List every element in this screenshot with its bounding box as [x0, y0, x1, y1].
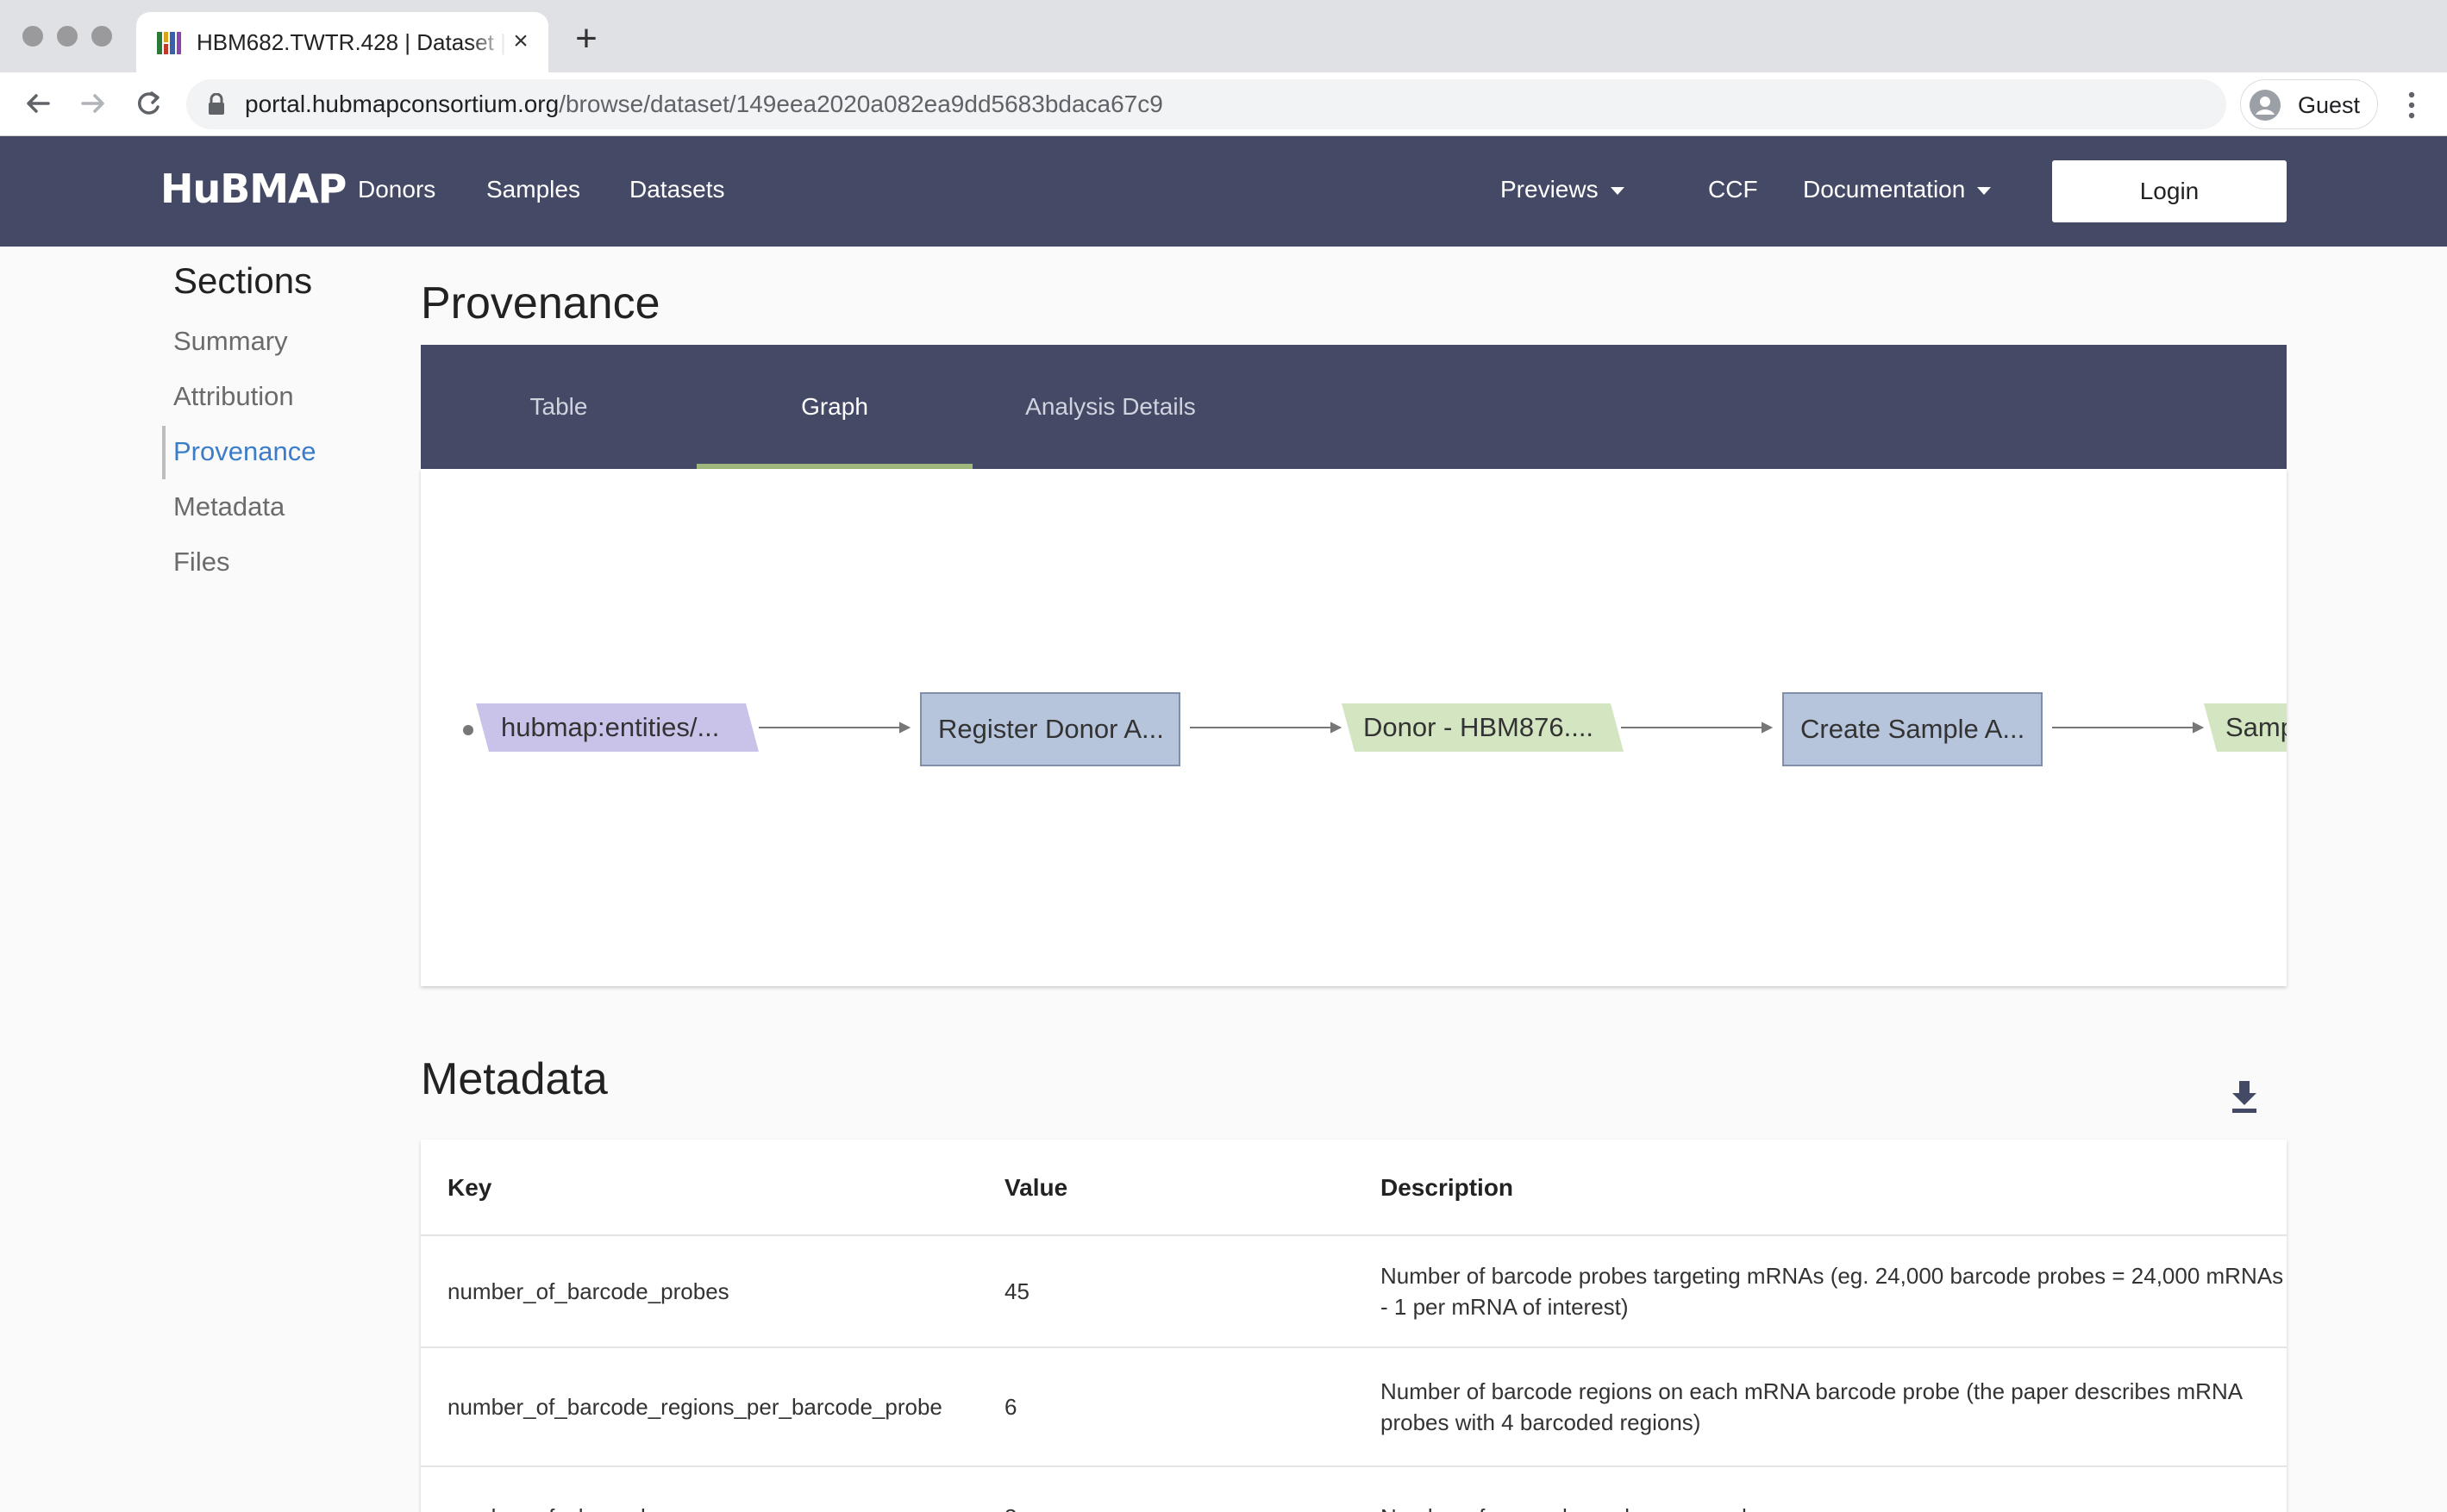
new-tab-icon[interactable]: +: [569, 20, 604, 58]
window-close-dot[interactable]: [22, 26, 43, 47]
nav-donors[interactable]: Donors: [358, 176, 435, 203]
graph-edge-arrow: [2193, 722, 2205, 734]
metadata-table-header: Key Value Description: [421, 1140, 2287, 1236]
column-header-description[interactable]: Description: [1380, 1174, 1513, 1202]
login-button[interactable]: Login: [2052, 160, 2287, 222]
metadata-description: Number of mass channels measured.: [1380, 1502, 2294, 1512]
caret-down-icon: [1610, 187, 1624, 196]
address-url: portal.hubmapconsortium.org/browse/datas…: [245, 91, 1163, 118]
profile-label: Guest: [2298, 92, 2361, 118]
provenance-tab-bar: Table Graph Analysis Details: [421, 345, 2287, 469]
browser-tab-strip: HBM682.TWTR.428 | Dataset | HuBMAP × +: [0, 0, 2447, 72]
nav-documentation-dropdown[interactable]: Documentation: [1803, 176, 1992, 203]
table-row: number_of_barcode_regions_per_barcode_pr…: [421, 1348, 2287, 1467]
column-header-key[interactable]: Key: [447, 1174, 491, 1202]
graph-node-label-donor[interactable]: Donor - HBM876....: [1363, 712, 1593, 743]
reload-icon[interactable]: [131, 86, 166, 121]
nav-previews-label: Previews: [1500, 176, 1599, 203]
forward-arrow-icon[interactable]: [76, 86, 110, 121]
graph-edge-arrow: [899, 722, 911, 734]
browser-menu-icon[interactable]: [2399, 88, 2425, 122]
url-path: /browse/dataset/149eea2020a082ea9dd5683b…: [559, 91, 1163, 117]
hubmap-favicon-icon: [155, 30, 183, 56]
metadata-key: number_of_barcode_regions_per_barcode_pr…: [447, 1394, 942, 1420]
sidebar-item-attribution[interactable]: Attribution: [173, 381, 294, 412]
metadata-value: 3: [1004, 1502, 1017, 1512]
table-row: number_of_barcode_probes 45 Number of ba…: [421, 1236, 2287, 1348]
caret-down-icon: [1977, 187, 1992, 196]
provenance-graph-panel[interactable]: hubmap:entities/... Register Donor A... …: [421, 469, 2287, 986]
nav-previews-dropdown[interactable]: Previews: [1500, 176, 1624, 203]
metadata-description: Number of barcode regions on each mRNA b…: [1380, 1378, 2242, 1435]
address-bar[interactable]: portal.hubmapconsortium.org/browse/datas…: [186, 79, 2226, 129]
table-row: number_of_channels 3 Number of mass chan…: [421, 1467, 2287, 1512]
user-avatar-icon: [2250, 90, 2281, 121]
nav-samples[interactable]: Samples: [486, 176, 580, 203]
close-tab-icon[interactable]: ×: [507, 28, 535, 55]
graph-start-dot: [463, 725, 473, 735]
sidebar-item-metadata[interactable]: Metadata: [173, 491, 285, 522]
metadata-value: 45: [1004, 1278, 1029, 1304]
nav-ccf[interactable]: CCF: [1708, 176, 1758, 203]
sections-title: Sections: [173, 260, 313, 301]
browser-tab-title: HBM682.TWTR.428 | Dataset | HuBMAP: [197, 29, 507, 55]
profile-button[interactable]: Guest: [2240, 79, 2378, 129]
metadata-value: 6: [1004, 1394, 1017, 1420]
window-maximize-dot[interactable]: [91, 26, 112, 47]
browser-tab[interactable]: HBM682.TWTR.428 | Dataset | HuBMAP ×: [136, 12, 548, 72]
graph-node-label-agent[interactable]: hubmap:entities/...: [501, 712, 719, 743]
tab-table[interactable]: Table: [421, 345, 697, 469]
nav-datasets[interactable]: Datasets: [629, 176, 725, 203]
sidebar-item-provenance[interactable]: Provenance: [173, 436, 316, 467]
tab-graph[interactable]: Graph: [697, 345, 973, 469]
download-icon[interactable]: [2230, 1079, 2259, 1114]
metadata-key: number_of_channels: [447, 1502, 657, 1512]
back-arrow-icon[interactable]: [21, 86, 55, 121]
sidebar-item-files[interactable]: Files: [173, 547, 229, 578]
graph-edge-arrow: [1762, 722, 1774, 734]
graph-node-label-sample[interactable]: Samp: [2225, 712, 2287, 743]
browser-toolbar: portal.hubmapconsortium.org/browse/datas…: [0, 72, 2447, 136]
lock-icon: [209, 93, 224, 115]
active-section-indicator: [162, 426, 166, 479]
provenance-title: Provenance: [421, 278, 660, 328]
metadata-title: Metadata: [421, 1054, 608, 1104]
tab-analysis-details[interactable]: Analysis Details: [973, 345, 1249, 469]
column-header-value[interactable]: Value: [1004, 1174, 1067, 1202]
nav-documentation-label: Documentation: [1803, 176, 1966, 203]
graph-node-label-register-donor[interactable]: Register Donor A...: [938, 714, 1164, 745]
metadata-table: Key Value Description number_of_barcode_…: [421, 1140, 2287, 1512]
sidebar-item-summary[interactable]: Summary: [173, 326, 288, 357]
hubmap-logo[interactable]: HuBMAP: [160, 166, 347, 212]
url-host: portal.hubmapconsortium.org: [245, 91, 560, 117]
metadata-key: number_of_barcode_probes: [447, 1278, 729, 1304]
window-minimize-dot[interactable]: [57, 26, 78, 47]
graph-edge-arrow: [1330, 722, 1342, 734]
metadata-description: Number of barcode probes targeting mRNAs…: [1380, 1263, 2284, 1320]
site-header: HuBMAP Donors Samples Datasets Previews …: [0, 136, 2447, 247]
graph-node-label-create-sample[interactable]: Create Sample A...: [1800, 714, 2025, 745]
